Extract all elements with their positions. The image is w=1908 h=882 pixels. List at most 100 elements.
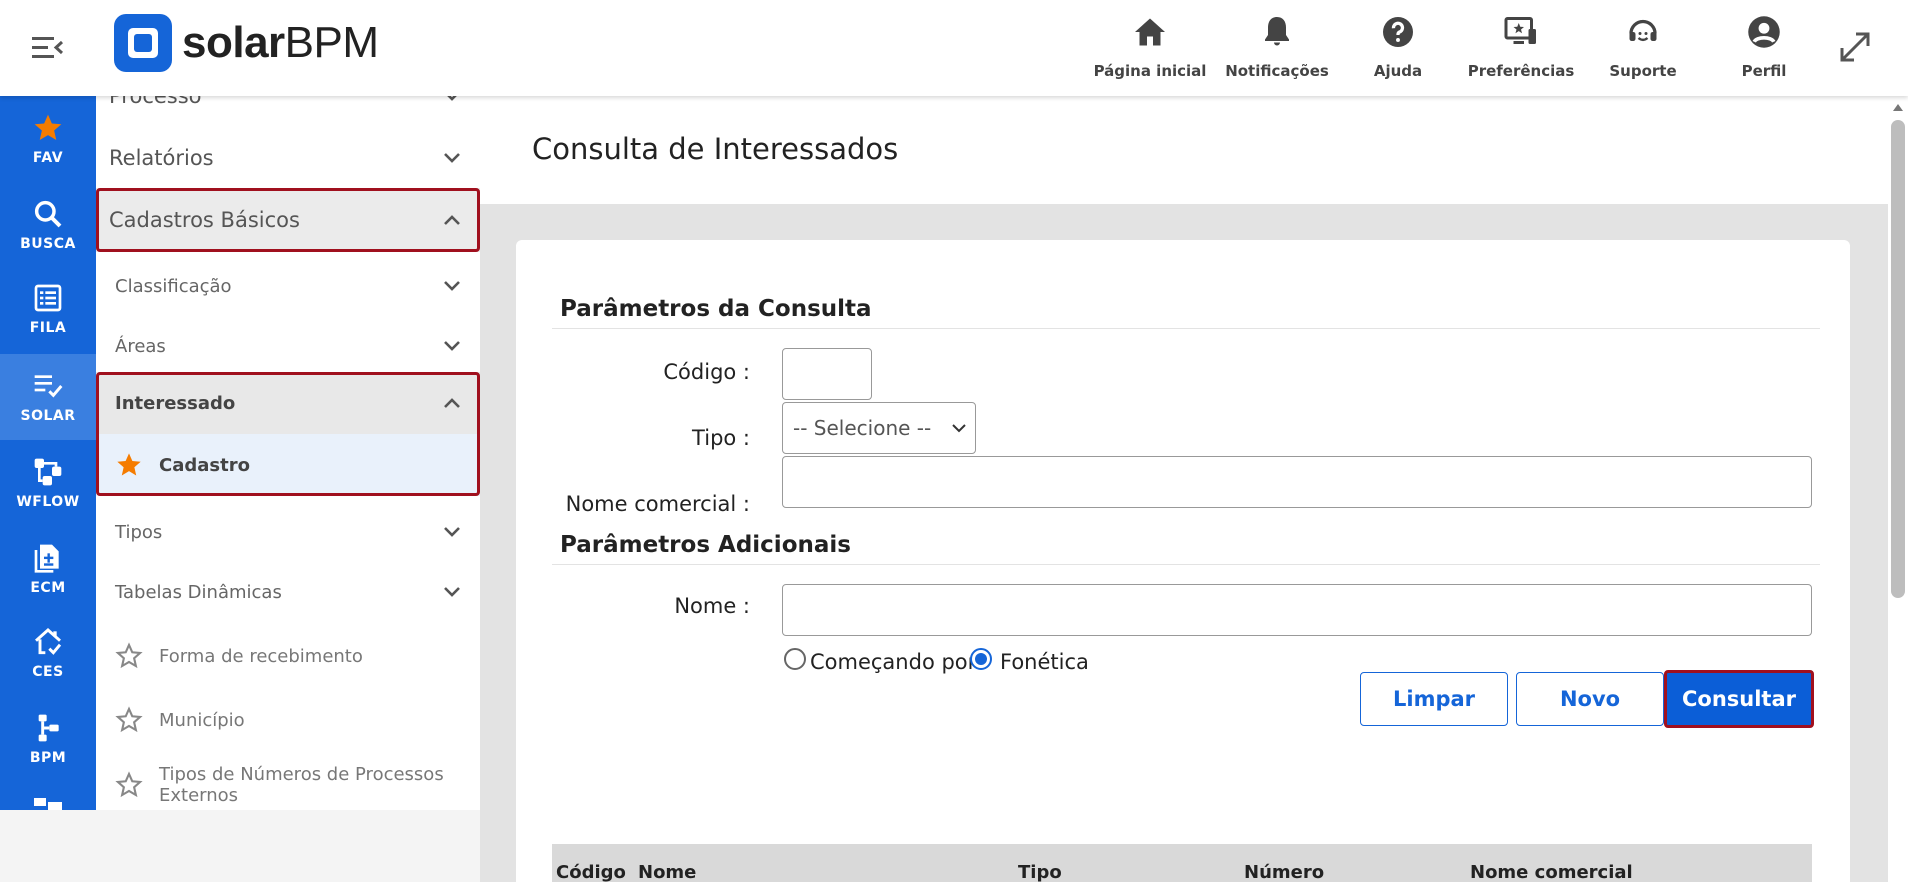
chevron-down-icon [444, 281, 460, 291]
codigo-label: Código : [663, 360, 750, 384]
sidebar-item-tipos[interactable]: Tipos [96, 506, 480, 558]
fullscreen-expand-icon[interactable] [1838, 30, 1872, 64]
bell-icon [1265, 17, 1289, 46]
chevron-down-icon [444, 153, 460, 163]
table-header-codigo[interactable]: Código [556, 862, 626, 882]
radio-fonetica[interactable] [970, 648, 992, 670]
sidebar-item-label: Forma de recebimento [159, 645, 363, 667]
table-header-tipo[interactable]: Tipo [1018, 862, 1062, 882]
rail-label: SOLAR [20, 408, 76, 424]
table-header-numero[interactable]: Número [1244, 862, 1324, 882]
rail-item-ces[interactable]: CES [0, 610, 96, 696]
star-outline-icon[interactable] [115, 706, 143, 734]
sidebar-item-label: Interessado [115, 392, 236, 414]
logo-text: solarBPM [182, 18, 379, 67]
bpm-icon [38, 714, 59, 742]
sidebar-item-municipio[interactable]: Município [96, 690, 480, 750]
nav-preferences[interactable]: Preferências [1468, 14, 1574, 80]
sidebar-item-cadastros-basicos[interactable]: Cadastros Básicos [96, 188, 480, 252]
chevron-up-icon [444, 215, 460, 225]
rail-label: BPM [29, 750, 67, 766]
support-icon [1629, 19, 1657, 42]
tipo-selected-value: -- Selecione -- [793, 416, 932, 440]
nome-input[interactable] [782, 584, 1812, 636]
nav-notifications-label: Notificações [1225, 62, 1329, 80]
sidebar-item-label: Classificação [115, 275, 232, 297]
novo-button[interactable]: Novo [1516, 672, 1664, 726]
rail-label: ECM [30, 580, 66, 596]
menu-collapse-icon[interactable] [30, 34, 64, 62]
nav-help-label: Ajuda [1373, 62, 1423, 80]
sidebar-item-cadastro[interactable]: Cadastro [96, 434, 480, 496]
rail-item-wflow[interactable]: WFLOW [0, 440, 96, 526]
table-header-nome-comercial[interactable]: Nome comercial [1470, 862, 1633, 882]
nav-preferences-label: Preferências [1467, 62, 1575, 80]
section-divider [552, 328, 1820, 329]
nav-home-label: Página inicial [1093, 62, 1207, 80]
nav-home[interactable]: Página inicial [1094, 14, 1206, 80]
nav-support[interactable]: Suporte [1609, 14, 1677, 80]
profile-icon [1748, 16, 1780, 48]
chevron-down-icon [444, 587, 460, 597]
star-outline-icon[interactable] [115, 642, 143, 670]
sidebar-menu: Processo Relatórios Cadastros Básicos Cl… [96, 96, 480, 810]
workflow-icon [34, 458, 62, 486]
chevron-down-icon [447, 96, 457, 101]
page-title: Consulta de Interessados [532, 132, 899, 166]
sidebar-fav-wrapper: Forma de recebimento [96, 642, 363, 670]
sidebar-fav-wrapper: Município [96, 706, 245, 734]
sidebar-item-relatorios[interactable]: Relatórios [96, 132, 480, 184]
module-rail: FAV BUSCA FILA SOLAR WFLOW ECM CES BPM [0, 96, 96, 810]
results-table-header: Código Nome Tipo Número Nome comercial [552, 844, 1812, 882]
sidebar-item-forma-recebimento[interactable]: Forma de recebimento [96, 626, 480, 686]
sidebar-fav-wrapper: Cadastro [96, 451, 250, 479]
rail-item-bpm[interactable]: BPM [0, 696, 96, 782]
star-outline-icon[interactable] [115, 771, 143, 799]
section-divider [552, 564, 1820, 565]
nav-profile[interactable]: Perfil [1740, 14, 1788, 80]
sidebar-item-tipos-numeros-processos[interactable]: Tipos de Números de Processos Externos [96, 754, 480, 810]
search-icon [34, 200, 62, 228]
sidebar-item-label: Relatórios [109, 146, 214, 170]
nav-notifications[interactable]: Notificações [1225, 14, 1329, 80]
sidebar-item-label: Cadastros Básicos [109, 208, 300, 232]
codigo-input[interactable] [782, 348, 872, 400]
rail-item-solar[interactable]: SOLAR [0, 354, 96, 440]
solarbpm-logo[interactable]: solarBPM [114, 14, 379, 72]
limpar-button[interactable]: Limpar [1360, 672, 1508, 726]
sidebar-item-label: Tipos de Números de Processos [159, 764, 444, 785]
rail-item-fila[interactable]: FILA [0, 266, 96, 352]
checklist-icon [34, 375, 63, 398]
rail-label: BUSCA [20, 236, 76, 252]
query-form-card: Parâmetros da Consulta Código : Tipo : -… [516, 240, 1850, 882]
logo-mark-icon [114, 14, 172, 72]
nome-comercial-input[interactable] [782, 456, 1812, 508]
rail-next-icon[interactable] [32, 796, 64, 810]
rail-label: WFLOW [16, 494, 80, 510]
scroll-up-arrow-icon[interactable] [1892, 102, 1904, 112]
sidebar-item-classificacao[interactable]: Classificação [96, 260, 480, 312]
tipo-label: Tipo : [692, 426, 750, 450]
sidebar-fav-wrapper: Tipos de Números de Processos Externos [96, 764, 444, 806]
rail-label: FILA [29, 320, 67, 336]
sidebar-item-tabelas-dinamicas[interactable]: Tabelas Dinâmicas [96, 566, 480, 618]
table-header-nome[interactable]: Nome [638, 862, 696, 882]
consultar-button[interactable]: Consultar [1664, 670, 1814, 728]
preferences-icon [1504, 17, 1536, 44]
sidebar-item-label: Município [159, 709, 245, 731]
section-title-adicionais: Parâmetros Adicionais [560, 532, 851, 558]
tipo-select[interactable]: -- Selecione -- [782, 402, 976, 454]
top-header: solarBPM Página inicial Notificações Aju… [0, 0, 1908, 96]
radio-comecando-por[interactable] [784, 648, 806, 670]
sidebar-item-interessado[interactable]: Interessado [96, 372, 480, 434]
main-scrollbar-thumb[interactable] [1891, 120, 1905, 598]
sidebar-item-processo[interactable]: Processo [96, 96, 480, 118]
home-icon [1135, 18, 1165, 46]
nav-help[interactable]: Ajuda [1370, 14, 1426, 80]
rail-item-ecm[interactable]: ECM [0, 526, 96, 612]
main-content: Consulta de Interessados Parâmetros da C… [480, 96, 1888, 882]
star-filled-icon [117, 453, 141, 476]
sidebar-item-areas[interactable]: Áreas [96, 320, 480, 372]
rail-item-fav[interactable]: FAV [0, 96, 96, 182]
rail-item-busca[interactable]: BUSCA [0, 182, 96, 268]
